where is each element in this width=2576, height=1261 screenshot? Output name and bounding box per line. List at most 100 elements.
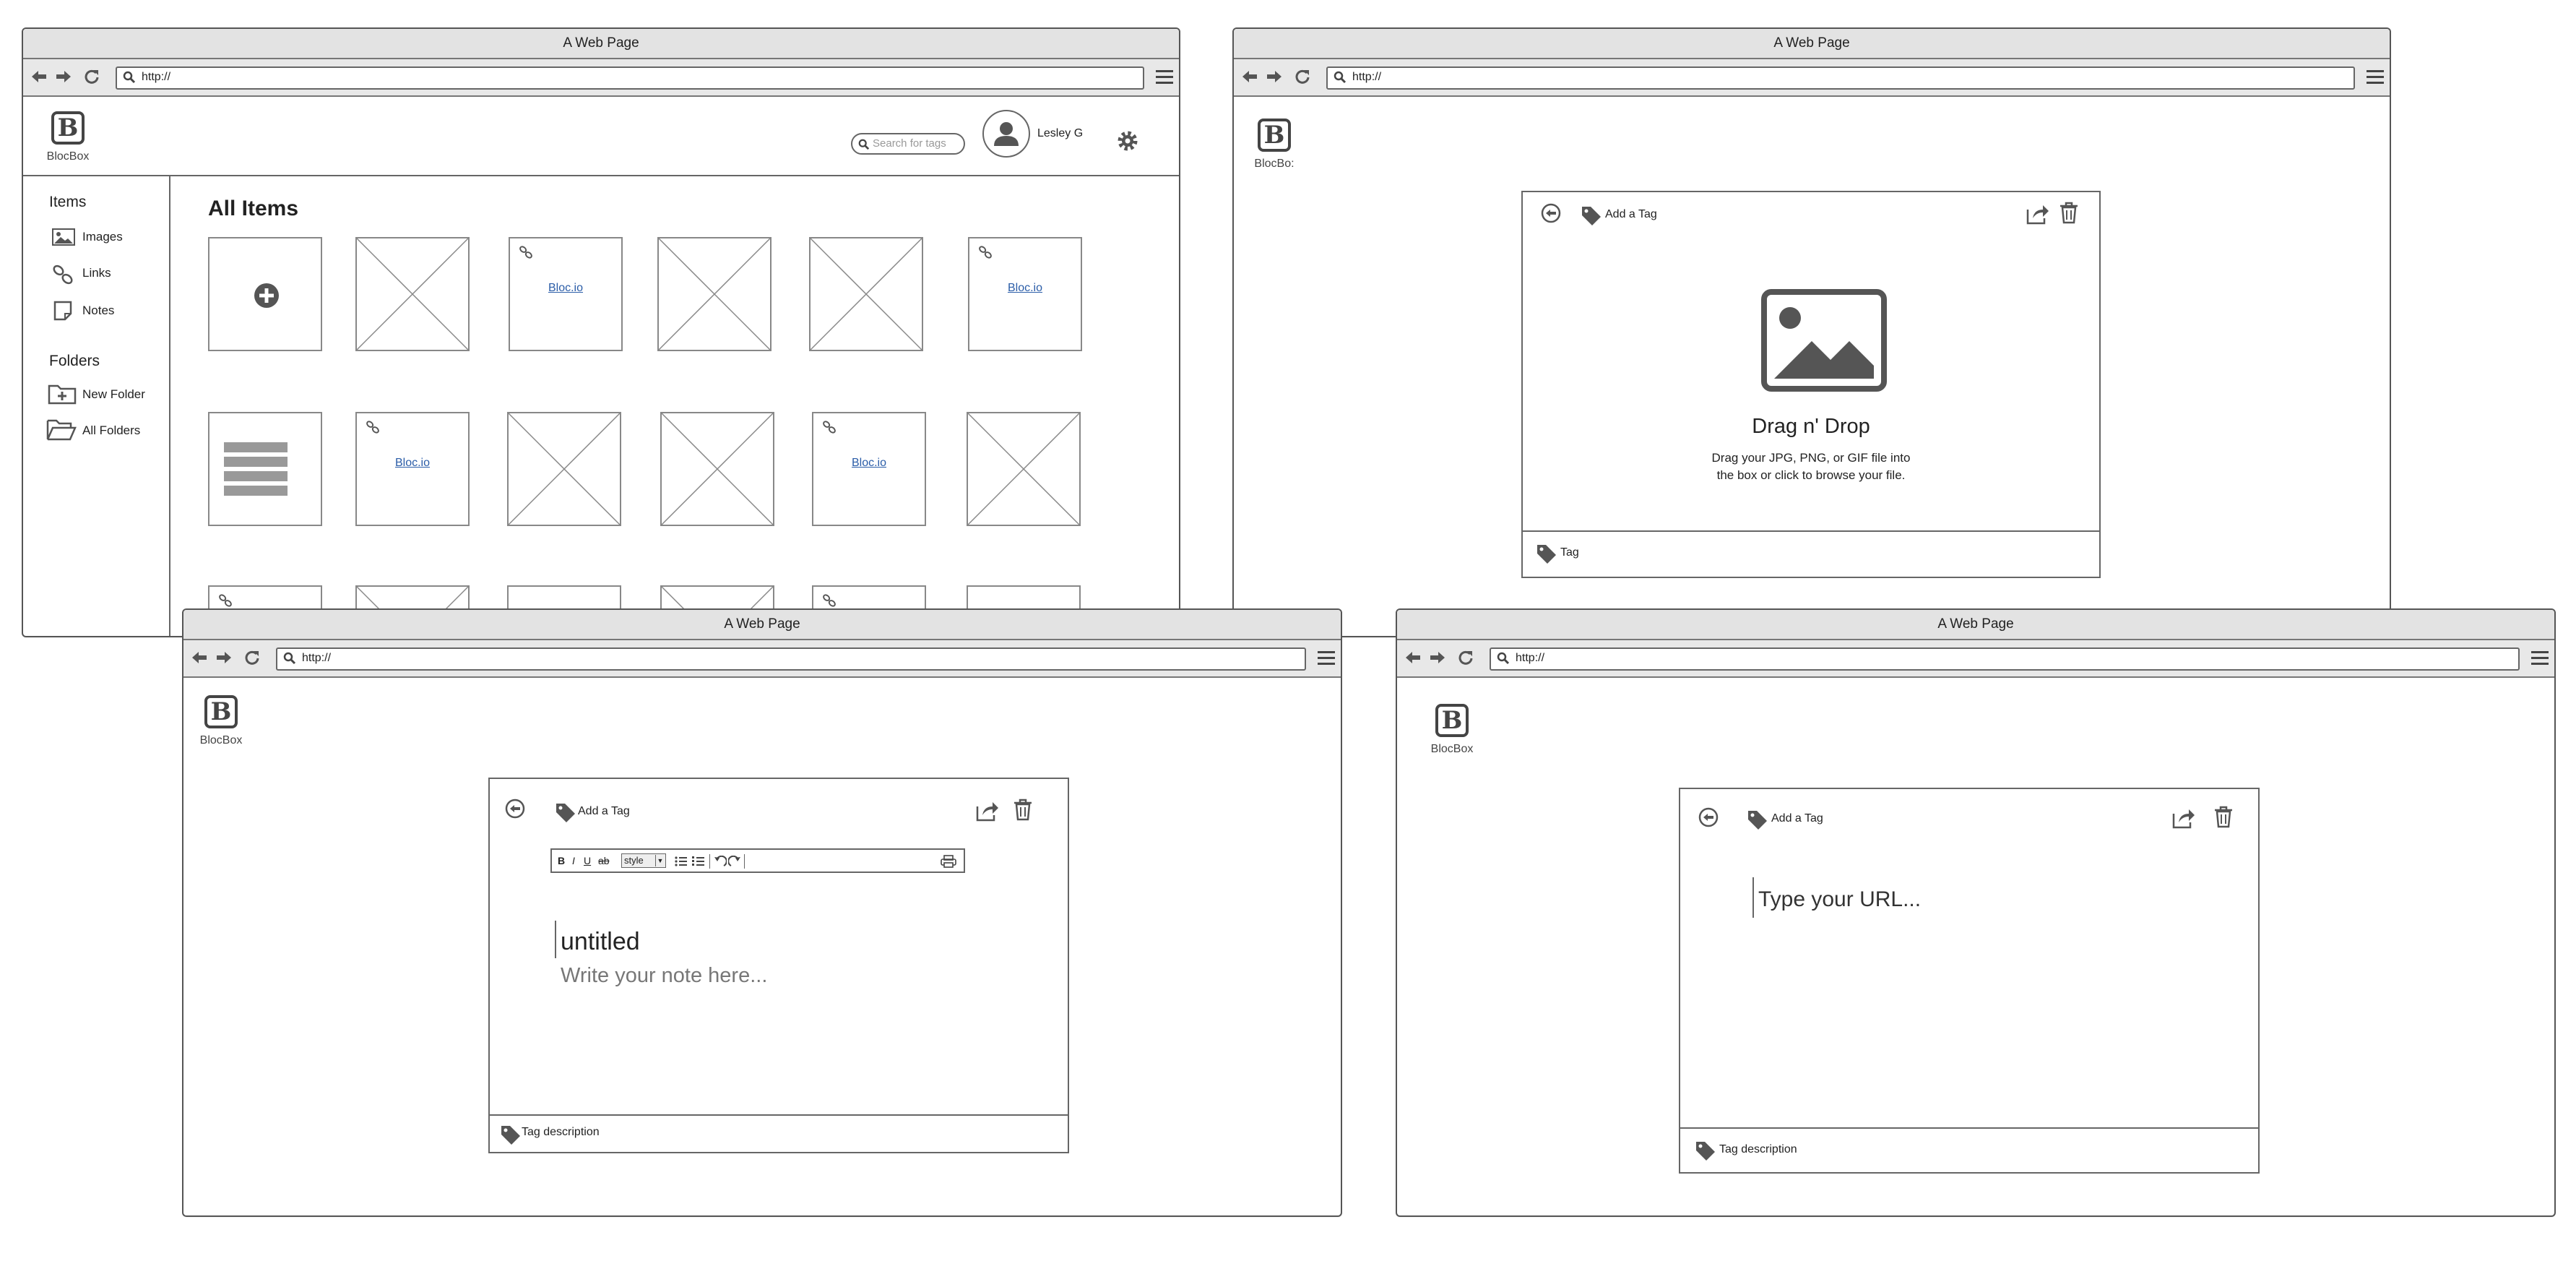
sidebar: Items Images Links Notes Folders New Fol… (23, 176, 170, 636)
forward-arrow-icon[interactable] (55, 69, 72, 85)
reload-icon[interactable] (244, 650, 260, 666)
search-icon (858, 139, 870, 150)
tag-icon (501, 1126, 520, 1145)
brand-logo[interactable]: B BlocBo: (1251, 119, 1297, 171)
image-tile[interactable] (355, 237, 470, 351)
undo-icon[interactable] (714, 856, 727, 867)
menu-icon[interactable] (2531, 651, 2549, 666)
tag-description-field[interactable]: Tag description (1719, 1143, 1797, 1156)
trash-icon[interactable] (2059, 201, 2079, 224)
strikethrough-button[interactable]: ab (598, 855, 610, 866)
add-item-tile[interactable] (208, 237, 322, 351)
print-icon[interactable] (941, 855, 956, 868)
tag-field[interactable]: Tag (1560, 546, 1579, 559)
user-name[interactable]: Lesley G (1037, 127, 1083, 140)
back-arrow-icon[interactable] (1404, 650, 1422, 666)
url-text: http:// (1352, 71, 1382, 83)
note-icon (53, 301, 72, 321)
image-tile[interactable] (657, 237, 771, 351)
address-bar[interactable]: http:// (1326, 66, 2355, 90)
trash-icon[interactable] (1013, 798, 1033, 821)
link-text[interactable]: Bloc.io (969, 282, 1081, 295)
reload-icon[interactable] (1458, 650, 1474, 666)
search-icon (1334, 71, 1347, 84)
link-tile[interactable]: Bloc.io (812, 412, 926, 526)
gear-icon[interactable] (1117, 130, 1138, 152)
note-lines (224, 442, 288, 496)
link-text[interactable]: Bloc.io (357, 457, 468, 470)
link-text[interactable]: Bloc.io (813, 457, 925, 470)
forward-arrow-icon[interactable] (215, 650, 233, 666)
style-select[interactable]: style ▼ (621, 853, 666, 868)
link-icon (53, 264, 73, 285)
browser-window-dashboard: A Web Page http:// B BlocBox Search for … (22, 27, 1180, 637)
brand-logo[interactable]: B BlocBox (1429, 704, 1475, 756)
reload-icon[interactable] (1295, 69, 1310, 85)
image-placeholder (659, 238, 770, 350)
bullet-list-icon[interactable] (675, 856, 688, 867)
sidebar-heading-folders: Folders (49, 353, 100, 369)
window-title: A Web Page (1397, 610, 2554, 640)
share-icon[interactable] (2026, 202, 2050, 225)
logo-mark: B (51, 111, 85, 145)
underline-button[interactable]: U (584, 855, 591, 866)
redo-icon[interactable] (728, 856, 741, 867)
numbered-list-icon[interactable] (692, 856, 705, 867)
menu-icon[interactable] (2367, 70, 2384, 85)
link-editor-dialog: Add a Tag Type your URL... Tag descripti… (1679, 788, 2260, 1174)
tag-search-input[interactable]: Search for tags (851, 133, 965, 155)
window-title: A Web Page (183, 610, 1341, 640)
address-bar[interactable]: http:// (1490, 647, 2520, 671)
add-tag-button[interactable]: Add a Tag (1605, 208, 1657, 221)
back-circle-icon[interactable] (504, 798, 526, 819)
image-tile[interactable] (967, 412, 1081, 526)
address-bar[interactable]: http:// (116, 66, 1144, 90)
forward-arrow-icon[interactable] (1429, 650, 1446, 666)
user-avatar[interactable] (982, 110, 1030, 158)
new-folder-icon (48, 384, 77, 405)
add-tag-button[interactable]: Add a Tag (578, 805, 630, 818)
plus-circle-icon (254, 283, 279, 308)
note-body-input[interactable]: Write your note here... (561, 964, 767, 988)
menu-icon[interactable] (1318, 651, 1335, 666)
dialog-footer: Tag (1523, 530, 2099, 577)
back-arrow-icon[interactable] (1241, 69, 1258, 85)
tag-icon (1696, 1142, 1715, 1161)
link-icon (219, 594, 232, 607)
note-title-input[interactable]: untitled (561, 928, 640, 956)
share-icon[interactable] (2171, 806, 2196, 830)
note-tile[interactable] (208, 412, 322, 526)
back-circle-icon[interactable] (1540, 202, 1562, 224)
add-tag-button[interactable]: Add a Tag (1771, 812, 1823, 825)
search-icon (1497, 652, 1510, 665)
photo-placeholder-icon[interactable] (1761, 289, 1887, 392)
browser-window-image-upload: A Web Page http:// B BlocBo: Add a Tag D… (1232, 27, 2391, 637)
link-text[interactable]: Bloc.io (510, 282, 621, 295)
image-tile[interactable] (660, 412, 774, 526)
share-icon[interactable] (975, 799, 1000, 822)
back-arrow-icon[interactable] (191, 650, 208, 666)
brand-logo[interactable]: B BlocBox (198, 695, 244, 747)
url-input[interactable]: Type your URL... (1758, 887, 1921, 912)
drop-zone-heading: Drag n' Drop (1752, 415, 1870, 438)
back-circle-icon[interactable] (1698, 806, 1719, 828)
image-tile[interactable] (507, 412, 621, 526)
menu-icon[interactable] (1156, 70, 1173, 85)
bold-button[interactable]: B (558, 855, 565, 866)
tag-icon (1537, 545, 1556, 564)
sidebar-heading-items: Items (49, 194, 87, 210)
trash-icon[interactable] (2213, 805, 2234, 828)
url-text: http:// (302, 652, 332, 664)
link-tile[interactable]: Bloc.io (968, 237, 1082, 351)
image-tile[interactable] (809, 237, 923, 351)
italic-button[interactable]: I (572, 855, 575, 866)
forward-arrow-icon[interactable] (1266, 69, 1283, 85)
brand-logo[interactable]: B BlocBox (45, 111, 91, 163)
link-tile[interactable]: Bloc.io (355, 412, 470, 526)
reload-icon[interactable] (84, 69, 100, 85)
address-bar[interactable]: http:// (276, 647, 1306, 671)
link-tile[interactable]: Bloc.io (509, 237, 623, 351)
user-avatar-icon (994, 122, 1019, 146)
back-arrow-icon[interactable] (30, 69, 48, 85)
tag-description-field[interactable]: Tag description (522, 1126, 600, 1139)
